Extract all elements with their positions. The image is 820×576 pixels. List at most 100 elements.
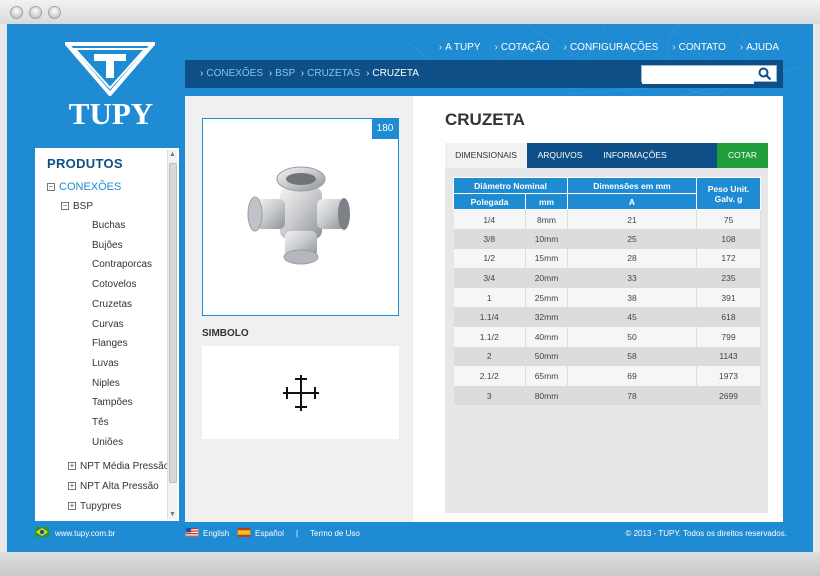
tree-item-contraporcas[interactable]: Contraporcas: [92, 259, 152, 270]
symbol-box: [202, 346, 399, 439]
nav-link-ajuda[interactable]: › AJUDA: [740, 42, 779, 53]
product-details-panel: CRUZETA DIMENSIONAIS ARQUIVOS INFORMAÇÕE…: [437, 96, 768, 522]
header-a: A: [567, 193, 697, 210]
window-minimize-button[interactable]: [29, 6, 42, 19]
tree-item-cruzetas[interactable]: Cruzetas: [92, 299, 132, 310]
table-cell: 50: [567, 327, 697, 347]
table-row: 1/2 15mm 28 172: [453, 248, 761, 269]
table-cell: 25mm: [525, 287, 568, 308]
product-code-badge: 180: [372, 119, 398, 139]
table-cell: 28: [567, 248, 697, 269]
expand-icon[interactable]: +: [68, 502, 76, 511]
header-peso: Peso Unit. Galv. g: [696, 177, 761, 210]
tree-node-bsp[interactable]: − BSP: [61, 201, 93, 212]
table-cell: 3/8: [453, 229, 526, 249]
tab-informacoes[interactable]: INFORMAÇÕES: [593, 143, 677, 168]
table-cell: 15mm: [525, 248, 568, 269]
table-row: 1/4 8mm 21 75: [453, 209, 761, 230]
tree-item-flanges[interactable]: Flanges: [92, 338, 128, 349]
table-cell: 1: [453, 287, 526, 308]
expand-icon[interactable]: +: [68, 482, 76, 491]
dimensions-table-body: 1/4 8mm 21 75 3/8 10mm 25 108 1/2 15mm 28 172 3/4 20m…: [453, 209, 761, 406]
header-diametro-nominal: Diâmetro Nominal: [453, 177, 568, 194]
header-dimensoes: Dimensões em mm: [567, 177, 697, 194]
cotar-button[interactable]: COTAR: [717, 143, 768, 168]
tree-item-niples[interactable]: Niples: [92, 378, 120, 389]
tree-node-npt-media[interactable]: + NPT Média Pressão: [68, 461, 169, 472]
nav-link-contato[interactable]: › CONTATO: [672, 42, 726, 53]
table-cell: 2: [453, 346, 526, 367]
search-icon[interactable]: [758, 67, 772, 81]
table-cell: 33: [567, 268, 697, 288]
language-english[interactable]: English: [203, 529, 229, 538]
table-cell: 235: [696, 268, 761, 288]
language-espanol[interactable]: Español: [255, 529, 284, 538]
tab-arquivos[interactable]: ARQUIVOS: [527, 143, 593, 168]
nav-link-cotacao[interactable]: › COTAÇÃO: [495, 42, 550, 53]
tree-item-curvas[interactable]: Curvas: [92, 319, 124, 330]
table-row: 2 50mm 58 1143: [453, 346, 761, 367]
table-cell: 1/2: [453, 248, 526, 269]
tree-item-unioes[interactable]: Uniões: [92, 437, 123, 448]
table-row: 3/4 20mm 33 235: [453, 268, 761, 288]
page-footer: www.tupy.com.br English Español | Termo …: [7, 524, 813, 552]
search-box: [641, 65, 777, 84]
tree-item-tampoes[interactable]: Tampões: [92, 397, 133, 408]
collapse-icon[interactable]: −: [61, 202, 69, 211]
tree-item-buchas[interactable]: Buchas: [92, 220, 125, 231]
table-cell: 8mm: [525, 209, 568, 230]
tree-item-cotovelos[interactable]: Cotovelos: [92, 279, 136, 290]
tree-node-tupypres[interactable]: + Tupypres: [68, 501, 121, 512]
table-cell: 58: [567, 346, 697, 367]
expand-icon[interactable]: +: [68, 462, 76, 471]
tab-dimensionais[interactable]: DIMENSIONAIS: [445, 143, 527, 168]
nav-link-configuracoes[interactable]: › CONFIGURAÇÕES: [564, 42, 659, 53]
copyright-text: © 2013 - TUPY. Todos os direitos reserva…: [625, 529, 787, 538]
sidebar-scrollbar[interactable]: ▲ ▼: [167, 150, 177, 519]
table-cell: 799: [696, 327, 761, 347]
tree-node-npt-alta[interactable]: + NPT Alta Pressão: [68, 481, 159, 492]
tree-item-luvas[interactable]: Luvas: [92, 358, 119, 369]
product-tabs: DIMENSIONAIS ARQUIVOS INFORMAÇÕES COTAR: [445, 143, 768, 168]
tree-node-conexoes[interactable]: − CONEXÕES: [47, 181, 121, 193]
cross-symbol-icon: [283, 375, 319, 411]
collapse-icon[interactable]: −: [47, 183, 55, 192]
window-bottom-bar: [0, 552, 820, 576]
table-cell: 32mm: [525, 307, 568, 328]
scroll-up-icon[interactable]: ▲: [169, 151, 176, 158]
scroll-down-icon[interactable]: ▼: [169, 511, 176, 518]
table-row: 1.1/2 40mm 50 799: [453, 327, 761, 347]
breadcrumb-item-cruzetas[interactable]: CRUZETAS: [307, 68, 360, 79]
window-titlebar: [0, 0, 820, 24]
window-zoom-button[interactable]: [48, 6, 61, 19]
product-content: 180 SIMBOLO CRUZETA DIMENSIONAIS ARQUIVO…: [185, 96, 783, 522]
breadcrumb-item-bsp[interactable]: BSP: [275, 68, 295, 79]
breadcrumb-item-conexoes[interactable]: CONEXÕES: [206, 68, 263, 79]
table-cell: 391: [696, 287, 761, 308]
table-cell: 172: [696, 248, 761, 269]
spain-flag-icon[interactable]: [237, 528, 251, 537]
brazil-flag-icon: [35, 527, 49, 537]
page-viewport: TUPY › A TUPY › COTAÇÃO › CONFIGURAÇÕES › CO…: [7, 24, 813, 552]
terms-link[interactable]: Termo de Uso: [310, 529, 360, 538]
tree-item-tes[interactable]: Tês: [92, 417, 109, 428]
window-close-button[interactable]: [10, 6, 23, 19]
top-navigation: › A TUPY › COTAÇÃO › CONFIGURAÇÕES › CONTATO…: [439, 42, 779, 53]
browser-window: TUPY › A TUPY › COTAÇÃO › CONFIGURAÇÕES › CO…: [0, 0, 820, 576]
brand-logo-text[interactable]: TUPY: [63, 96, 159, 132]
table-row: 2.1/2 65mm 69 1973: [453, 366, 761, 386]
table-cell: 618: [696, 307, 761, 328]
us-flag-icon[interactable]: [185, 528, 199, 537]
search-input[interactable]: [642, 69, 754, 84]
tree-item-bujoes[interactable]: Bujões: [92, 240, 123, 251]
header-mm: mm: [525, 193, 568, 210]
scrollbar-thumb[interactable]: [169, 163, 177, 483]
table-cell: 80mm: [525, 385, 568, 406]
product-image-box[interactable]: 180: [202, 118, 399, 316]
cross-fitting-image: [247, 166, 350, 265]
site-url[interactable]: www.tupy.com.br: [55, 529, 115, 538]
table-cell: 25: [567, 229, 697, 249]
tupy-logo-icon[interactable]: [65, 42, 155, 96]
nav-link-a-tupy[interactable]: › A TUPY: [439, 42, 481, 53]
dimensions-pane: Diâmetro Nominal Dimensões em mm Peso Un…: [445, 168, 768, 513]
